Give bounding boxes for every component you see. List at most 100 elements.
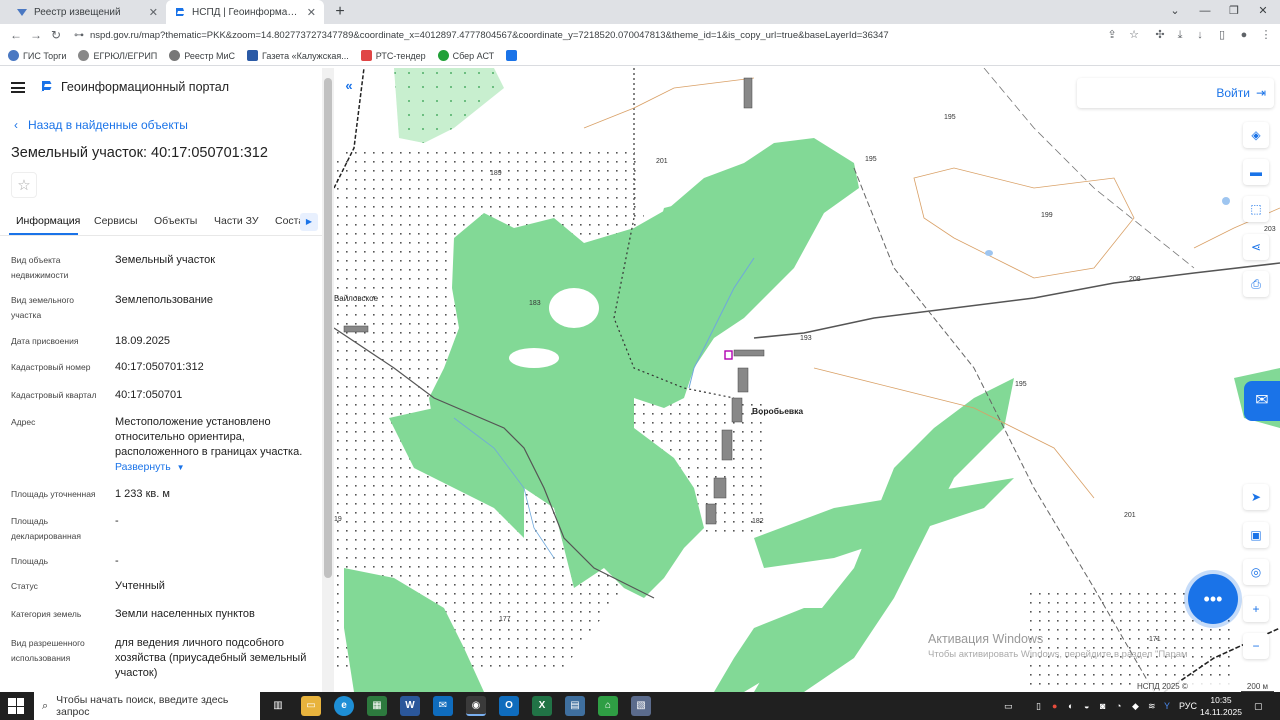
browser-tab-registry[interactable]: Реестр извещений ✕ [8, 0, 166, 24]
language-indicator[interactable]: РУС [1179, 692, 1197, 720]
field-label: Кадастровый номер [11, 362, 91, 372]
url-input[interactable]: ⊶ nspd.gov.ru/map?thematic=PKK&zoom=14.8… [74, 26, 1114, 44]
home-app-icon[interactable]: ⌂ [598, 696, 618, 716]
scrollbar-thumb[interactable] [324, 78, 332, 578]
tab-objects[interactable]: Объекты [154, 215, 197, 227]
clock-time: 10:35 [1210, 695, 1232, 705]
word-icon[interactable]: W [400, 696, 420, 716]
task-view-icon[interactable]: ▥ [268, 696, 288, 716]
field-label: Вид земельного участка [11, 295, 75, 320]
close-window-button[interactable]: ✕ [1248, 0, 1278, 22]
bookmark-star-icon[interactable]: ☆ [1124, 24, 1144, 46]
download-extension-icon[interactable]: ⤓ [1170, 24, 1190, 46]
collapse-panel-icon[interactable]: « [340, 78, 358, 98]
expand-address-link[interactable]: Развернуть ▼ [115, 460, 320, 475]
tray-app-icon[interactable]: ▭ [1004, 692, 1013, 720]
tray-app-icon[interactable]: ◔ [1116, 692, 1121, 720]
geolocation-icon[interactable]: ◎ [1243, 559, 1269, 585]
zoom-in-button[interactable]: + [1243, 596, 1269, 622]
browser-tab-nspd[interactable]: НСПД | Геоинформационный п ✕ [166, 0, 324, 24]
login-button[interactable]: Войти ⇥ [1077, 78, 1274, 108]
topographic-map[interactable] [334, 68, 1280, 692]
contour-line [913, 167, 1135, 279]
share-icon[interactable]: ⇪ [1102, 24, 1122, 46]
tray-app-icon[interactable]: ◒ [1084, 692, 1089, 720]
calculator-icon[interactable]: ▤ [565, 696, 585, 716]
bookmark-nspd[interactable] [506, 50, 521, 61]
bookmark-sber-ast[interactable]: Сбер АСТ [437, 50, 494, 61]
field-value: Землепользование [115, 294, 214, 306]
extensions-icon[interactable]: ✣ [1150, 24, 1170, 46]
zoom-out-button[interactable]: − [1243, 633, 1269, 659]
tabs-scroll-right-icon[interactable]: ▶ [300, 213, 318, 231]
profile-icon[interactable]: ● [1234, 24, 1254, 46]
bookmark-egrul[interactable]: ЕГРЮЛ/ЕГРИП [78, 50, 157, 61]
hamburger-menu-icon[interactable] [11, 82, 25, 93]
panel-scrollbar[interactable] [322, 68, 334, 692]
back-to-results-link[interactable]: ‹ Назад в найденные объекты [14, 118, 188, 132]
side-panel-icon[interactable]: ▯ [1212, 24, 1232, 46]
tray-app-icon[interactable]: ◐ [1068, 692, 1073, 720]
clock[interactable]: 10:35 14.11.2025 [1196, 694, 1246, 718]
excel-icon[interactable]: X [532, 696, 552, 716]
support-chat-icon[interactable]: ✉ [1244, 381, 1280, 421]
search-icon: ⌕ [42, 699, 49, 712]
site-info-icon[interactable]: ⊶ [74, 30, 84, 41]
area-select-icon[interactable]: ⬚ [1243, 196, 1269, 222]
tab-services[interactable]: Сервисы [94, 215, 138, 227]
close-tab-icon[interactable]: ✕ [307, 6, 316, 19]
bookmark-gazeta[interactable]: Газета «Калужская... [247, 50, 349, 61]
store-icon[interactable]: ▦ [367, 696, 387, 716]
tab-title: Реестр извещений [34, 6, 121, 18]
map-canvas[interactable]: 195 201 189 199 195 183 193 208 195 182 … [334, 68, 1280, 692]
favorite-star-icon[interactable]: ☆ [11, 172, 37, 198]
outlook-icon[interactable]: O [499, 696, 519, 716]
opera-icon[interactable]: ● [1052, 692, 1057, 720]
tab-information[interactable]: Информация [16, 215, 80, 227]
layers-icon[interactable]: ◈ [1243, 122, 1269, 148]
chat-bubble-icon[interactable]: ••• [1188, 574, 1238, 624]
dropbox-icon[interactable]: ◆ [1132, 692, 1139, 720]
minimap-icon[interactable]: ▣ [1243, 522, 1269, 548]
field-label: Категория земель [11, 609, 82, 619]
portal-title: Геоинформационный портал [61, 80, 230, 94]
navigation-arrow-icon[interactable]: ➤ [1243, 484, 1269, 510]
maximize-button[interactable]: ❐ [1219, 0, 1249, 22]
field-label: Статус [11, 581, 38, 591]
battery-icon[interactable]: ▯ [1036, 692, 1041, 720]
gis-favicon-icon [16, 6, 28, 18]
edge-browser-icon[interactable]: e [334, 696, 354, 716]
ruler-icon[interactable]: ▬ [1243, 159, 1269, 185]
share-map-icon[interactable]: ⋖ [1243, 234, 1269, 260]
copyright-text: НСПД 2025 © [1137, 682, 1188, 691]
print-icon[interactable]: ⎙ [1243, 271, 1269, 297]
close-tab-icon[interactable]: ✕ [149, 6, 158, 19]
notifications-icon[interactable]: ▢ [1254, 692, 1263, 720]
gis-bookmark-icon [8, 50, 19, 61]
yandex-icon[interactable]: Y [1164, 692, 1170, 720]
taskbar-search-input[interactable]: ⌕ Чтобы начать поиск, введите здесь запр… [34, 692, 260, 720]
bookmark-rts-tender[interactable]: РТС-тендер [360, 50, 426, 61]
bookmark-gis-torgi[interactable]: ГИС Торги [8, 50, 66, 61]
tray-app-icon[interactable]: ◙ [1100, 692, 1105, 720]
tab-search-icon[interactable]: ⌄ [1160, 0, 1190, 22]
forward-arrow-icon[interactable]: → [26, 28, 46, 42]
elevation-label: 183 [529, 300, 541, 307]
downloads-icon[interactable]: ↓ [1190, 24, 1210, 46]
mail-icon[interactable]: ✉ [433, 696, 453, 716]
windows-start-icon[interactable] [8, 698, 24, 714]
field-value: - [115, 515, 119, 527]
network-icon[interactable]: ≋ [1148, 692, 1156, 720]
minimize-button[interactable]: — [1190, 0, 1220, 22]
tab-parts[interactable]: Части ЗУ [214, 215, 259, 227]
reload-icon[interactable]: ↻ [46, 28, 66, 42]
menu-dots-icon[interactable]: ⋮ [1256, 24, 1276, 46]
image-viewer-icon[interactable]: ▧ [631, 696, 651, 716]
selected-parcel-marker[interactable] [724, 350, 733, 360]
file-explorer-icon[interactable]: ▭ [301, 696, 321, 716]
back-arrow-icon[interactable]: ← [6, 28, 26, 42]
field-value: Земли населенных пунктов [115, 608, 255, 620]
bookmark-reestr-mis[interactable]: Реестр МиС [169, 50, 235, 61]
new-tab-button[interactable]: + [330, 2, 350, 22]
chrome-icon[interactable]: ◉ [466, 696, 486, 716]
